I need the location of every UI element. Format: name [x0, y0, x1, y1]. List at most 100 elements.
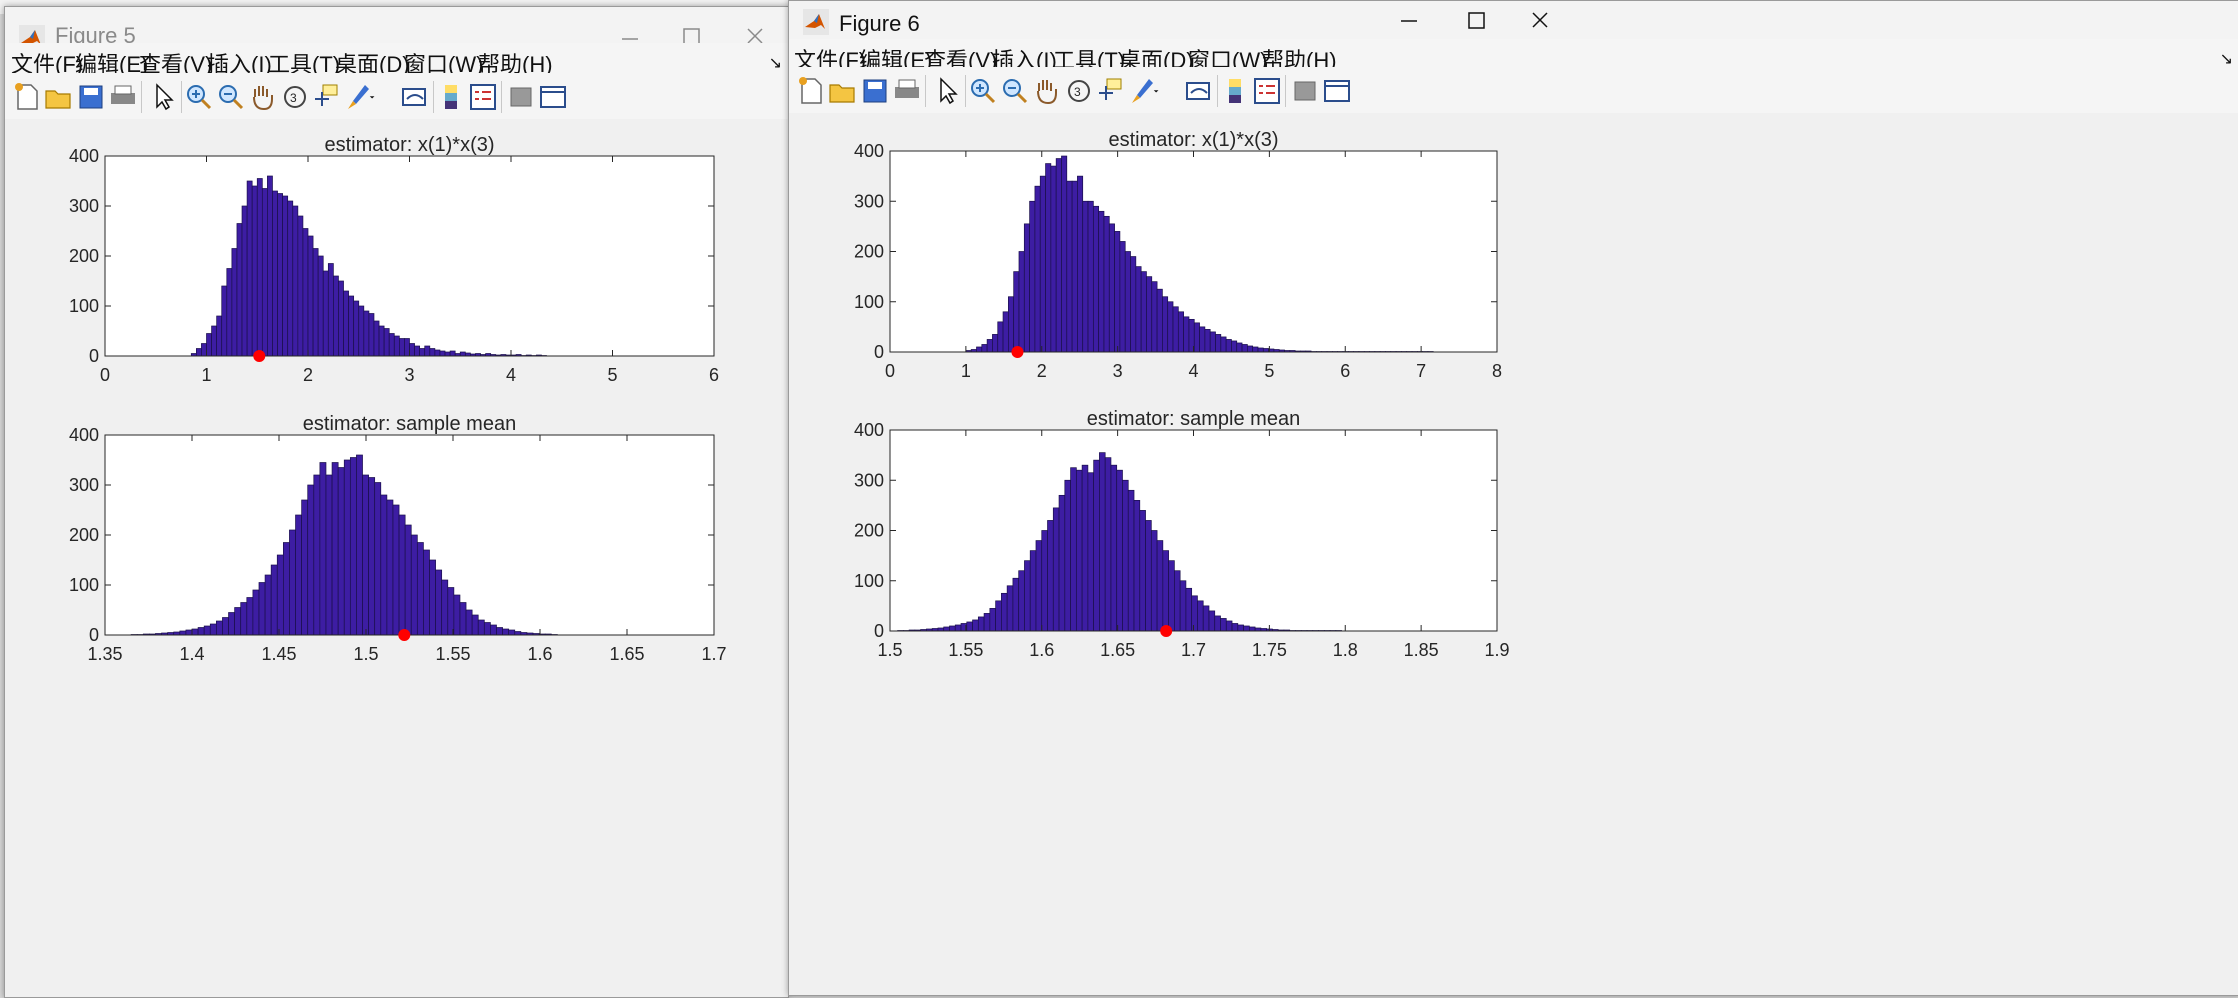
histogram-bar — [228, 612, 235, 636]
print-icon[interactable] — [889, 73, 925, 109]
toolbar-separator — [141, 81, 142, 113]
histogram-bar — [977, 616, 985, 632]
histogram-bar — [502, 628, 510, 636]
histogram-sample-mean[interactable]: 1.35 1.4 1.45 1.5 1.55 1.6 1.65 1.7 0 100 200 300 40… — [5, 119, 786, 995]
histogram-bar — [423, 549, 430, 636]
histogram-bar — [276, 554, 284, 636]
window-title: Figure 6 — [839, 11, 920, 36]
figure-window[interactable]: Figure 5 文件(F) 编辑(E) 查看(V) 插入(I) 工具(T) 桌… — [4, 6, 789, 998]
histogram-bar — [258, 582, 266, 636]
x-tick-label: 1.75 — [1252, 640, 1287, 660]
y-tick-label: 200 — [854, 521, 884, 541]
x-tick-label: 1.85 — [1404, 640, 1439, 660]
zoom-out-icon[interactable] — [997, 73, 1033, 109]
histogram-bar — [404, 524, 412, 636]
figure-window[interactable]: Figure 6 文件(F) 编辑(E) 查看(V) 插入(I) 工具(T) 桌… — [788, 0, 2238, 996]
x-tick-label: 1.55 — [948, 640, 983, 660]
data-cursor-icon[interactable] — [309, 79, 345, 115]
y-tick-label: 0 — [89, 625, 99, 645]
histogram-bar — [1064, 479, 1071, 632]
histogram-bar — [1001, 592, 1008, 632]
histogram-bar — [325, 474, 333, 636]
show-plot-tools-icon[interactable] — [535, 79, 571, 115]
histogram-sample-mean[interactable]: 1.5 1.55 1.6 1.65 1.7 1.75 1.8 1.85 1.9 0 100 200 30… — [789, 113, 2237, 995]
true-value-marker — [398, 629, 411, 641]
brush-dropdown-icon[interactable] — [1153, 73, 1167, 109]
histogram-bar — [1225, 620, 1233, 632]
histogram-bar — [1012, 577, 1020, 632]
histogram-bar — [1122, 479, 1129, 632]
save-icon[interactable] — [73, 79, 109, 115]
pointer-icon[interactable] — [929, 73, 965, 109]
dock-arrow-icon[interactable]: ↘ — [2220, 49, 2233, 68]
zoom-in-icon[interactable] — [965, 73, 1001, 109]
link-plot-icon[interactable] — [397, 79, 433, 115]
zoom-in-icon[interactable] — [181, 79, 217, 115]
histogram-bar — [1214, 615, 1221, 632]
colorbar-icon[interactable] — [1217, 73, 1253, 109]
chart-title: estimator: sample mean — [1087, 408, 1300, 430]
toolbar-separator — [1285, 75, 1286, 107]
histogram-bar — [1093, 459, 1100, 632]
toolbar-separator — [925, 75, 926, 107]
histogram-bar — [252, 589, 260, 636]
open-file-icon[interactable] — [825, 73, 861, 109]
data-cursor-icon[interactable] — [1093, 73, 1129, 109]
y-tick-label: 0 — [874, 621, 884, 641]
histogram-bar — [240, 602, 248, 636]
x-tick-label: 1.5 — [877, 640, 902, 660]
histogram-bar — [1116, 469, 1123, 632]
histogram-bar — [264, 574, 272, 636]
histogram-bar — [362, 474, 369, 636]
new-figure-icon[interactable] — [793, 73, 829, 109]
y-tick-label: 100 — [854, 571, 884, 591]
show-plot-tools-icon[interactable] — [1319, 73, 1355, 109]
new-figure-icon[interactable] — [9, 79, 45, 115]
histogram-bar — [392, 504, 400, 636]
save-icon[interactable] — [857, 73, 893, 109]
hide-plot-tools-icon[interactable] — [503, 79, 539, 115]
true-value-marker — [1160, 625, 1173, 637]
histogram-bar — [246, 597, 254, 636]
histogram-bar — [1110, 464, 1118, 632]
histogram-bar — [295, 514, 302, 636]
histogram-bar — [1099, 452, 1106, 632]
link-plot-icon[interactable] — [1181, 73, 1217, 109]
histogram-bar — [203, 625, 211, 636]
histogram-bar — [943, 626, 950, 632]
figure-toolbar: 3 — [5, 73, 788, 122]
histogram-bar — [179, 630, 187, 636]
histogram-bar — [453, 594, 461, 636]
rotate-3d-icon[interactable]: 3 — [277, 79, 313, 115]
pan-hand-icon[interactable] — [245, 79, 281, 115]
y-tick-label: 300 — [69, 475, 99, 495]
rotate-3d-icon[interactable]: 3 — [1061, 73, 1097, 109]
histogram-bar — [1231, 623, 1239, 632]
histogram-bar — [1047, 520, 1054, 632]
y-tick-label: 400 — [69, 425, 99, 445]
colorbar-icon[interactable] — [433, 79, 469, 115]
dock-arrow-icon[interactable]: ↘ — [769, 53, 782, 72]
histogram-bar — [1041, 530, 1048, 632]
open-file-icon[interactable] — [41, 79, 77, 115]
print-icon[interactable] — [105, 79, 141, 115]
y-tick-label: 300 — [854, 470, 884, 490]
histogram-bar — [429, 559, 436, 636]
histogram-bar — [1202, 605, 1210, 632]
brush-dropdown-icon[interactable] — [369, 79, 383, 115]
legend-icon[interactable] — [465, 79, 501, 115]
histogram-bar — [1248, 626, 1256, 632]
histogram-bar — [1237, 624, 1244, 632]
histogram-bar — [386, 499, 394, 636]
y-tick-label: 200 — [69, 525, 99, 545]
hide-plot-tools-icon[interactable] — [1287, 73, 1323, 109]
pan-hand-icon[interactable] — [1029, 73, 1065, 109]
zoom-out-icon[interactable] — [213, 79, 249, 115]
histogram-bar — [283, 542, 290, 636]
legend-icon[interactable] — [1249, 73, 1285, 109]
histogram-bar — [1133, 500, 1141, 632]
histogram-bar — [954, 624, 962, 632]
pointer-icon[interactable] — [145, 79, 181, 115]
histogram-bar — [374, 482, 382, 636]
svg-text:3: 3 — [1074, 85, 1081, 99]
